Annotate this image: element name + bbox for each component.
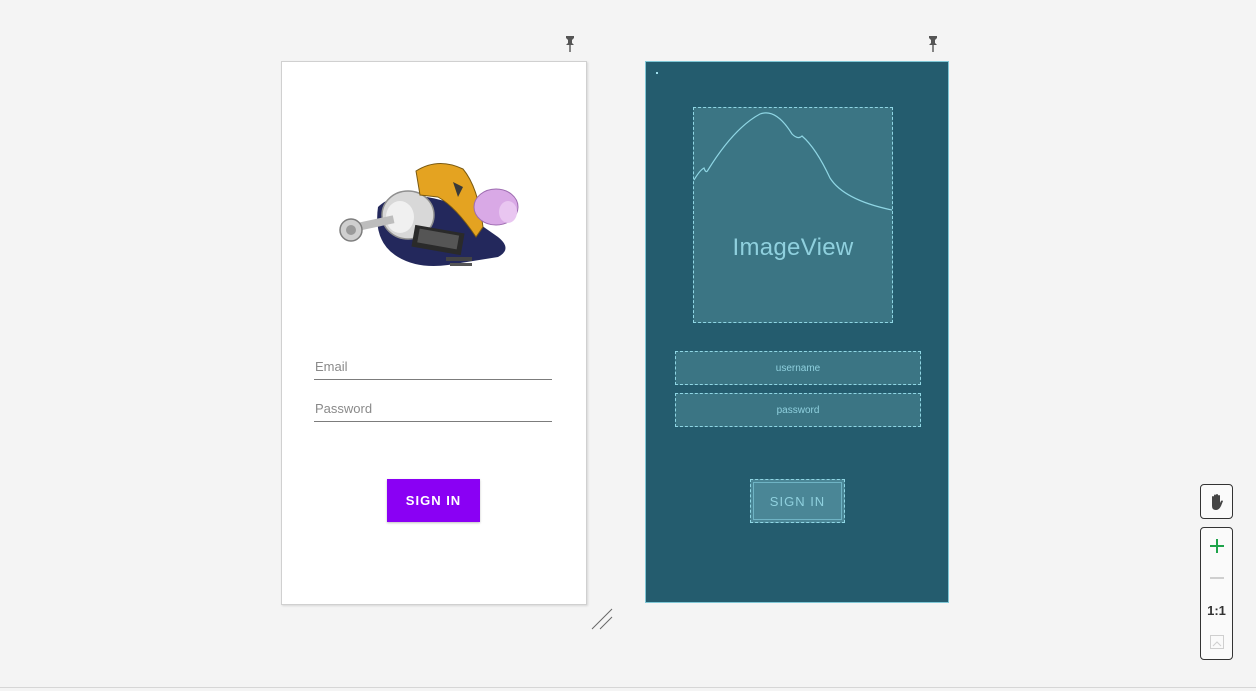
password-field[interactable]: password: [675, 393, 921, 427]
pin-icon[interactable]: [927, 35, 939, 53]
pin-icon[interactable]: [564, 35, 576, 53]
plus-icon: [1209, 539, 1224, 553]
zoom-reset-label: 1:1: [1207, 602, 1226, 618]
image-outline-curve: [694, 112, 892, 211]
username-field[interactable]: username: [675, 351, 921, 385]
anchor-dot: [656, 72, 658, 74]
design-preview-screen[interactable]: Email Password SIGN IN: [281, 61, 587, 605]
blueprint-preview-screen[interactable]: ImageView username password SIGN IN: [645, 61, 949, 603]
zoom-controls: 1:1: [1200, 527, 1233, 660]
zoom-fit-button[interactable]: [1201, 626, 1232, 658]
password-field[interactable]: Password: [314, 400, 552, 422]
email-field[interactable]: Email: [314, 358, 552, 380]
sign-in-label: SIGN IN: [769, 493, 826, 509]
image-view-label: ImageView: [732, 234, 854, 261]
sign-in-button[interactable]: SIGN IN: [387, 479, 480, 522]
layout-editor-canvas[interactable]: Email Password SIGN IN ImageView usernam…: [0, 0, 1256, 691]
pan-tool-button[interactable]: [1200, 484, 1233, 519]
image-view-placeholder[interactable]: ImageView: [693, 107, 893, 323]
zoom-reset-button[interactable]: 1:1: [1201, 594, 1232, 626]
sign-in-button[interactable]: SIGN IN: [750, 479, 845, 523]
zoom-out-button[interactable]: [1201, 562, 1232, 594]
zoom-in-button[interactable]: [1201, 530, 1232, 562]
minus-icon: [1209, 577, 1224, 579]
hand-icon: [1211, 493, 1223, 510]
resize-handle-icon[interactable]: [590, 607, 614, 631]
bottom-divider: [0, 687, 1256, 688]
logo-image: [339, 163, 519, 266]
fit-screen-icon: [1209, 635, 1224, 649]
